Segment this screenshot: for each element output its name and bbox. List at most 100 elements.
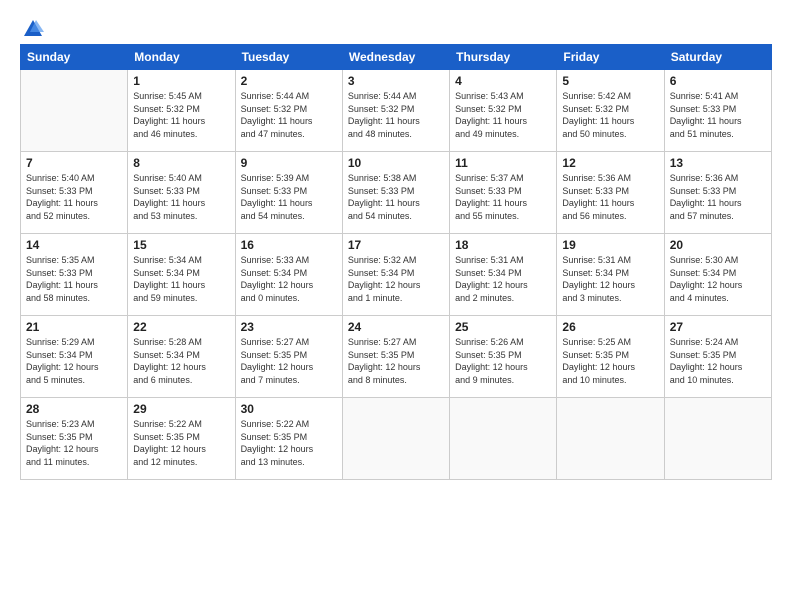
day-number: 18 xyxy=(455,238,551,252)
calendar-table: SundayMondayTuesdayWednesdayThursdayFrid… xyxy=(20,44,772,480)
day-info: Sunrise: 5:31 AMSunset: 5:34 PMDaylight:… xyxy=(562,254,658,304)
calendar-cell: 20 Sunrise: 5:30 AMSunset: 5:34 PMDayligh… xyxy=(664,234,771,316)
day-number: 17 xyxy=(348,238,444,252)
day-info: Sunrise: 5:27 AMSunset: 5:35 PMDaylight:… xyxy=(348,336,444,386)
day-info: Sunrise: 5:22 AMSunset: 5:35 PMDaylight:… xyxy=(241,418,337,468)
day-info: Sunrise: 5:30 AMSunset: 5:34 PMDaylight:… xyxy=(670,254,766,304)
weekday-header-wednesday: Wednesday xyxy=(342,45,449,70)
calendar-cell: 24 Sunrise: 5:27 AMSunset: 5:35 PMDayligh… xyxy=(342,316,449,398)
calendar-cell: 22 Sunrise: 5:28 AMSunset: 5:34 PMDayligh… xyxy=(128,316,235,398)
day-number: 20 xyxy=(670,238,766,252)
calendar-cell: 11 Sunrise: 5:37 AMSunset: 5:33 PMDayligh… xyxy=(450,152,557,234)
day-info: Sunrise: 5:23 AMSunset: 5:35 PMDaylight:… xyxy=(26,418,122,468)
day-number: 22 xyxy=(133,320,229,334)
calendar-week-4: 21 Sunrise: 5:29 AMSunset: 5:34 PMDayligh… xyxy=(21,316,772,398)
calendar-cell: 28 Sunrise: 5:23 AMSunset: 5:35 PMDayligh… xyxy=(21,398,128,480)
calendar-cell: 27 Sunrise: 5:24 AMSunset: 5:35 PMDayligh… xyxy=(664,316,771,398)
day-number: 7 xyxy=(26,156,122,170)
day-number: 28 xyxy=(26,402,122,416)
calendar-cell: 26 Sunrise: 5:25 AMSunset: 5:35 PMDayligh… xyxy=(557,316,664,398)
day-number: 26 xyxy=(562,320,658,334)
day-number: 11 xyxy=(455,156,551,170)
calendar-cell: 12Sunrise: 5:36 AMSunset: 5:33 PMDayligh… xyxy=(557,152,664,234)
calendar-week-3: 14 Sunrise: 5:35 AMSunset: 5:33 PMDayligh… xyxy=(21,234,772,316)
day-info: Sunrise: 5:25 AMSunset: 5:35 PMDaylight:… xyxy=(562,336,658,386)
day-number: 9 xyxy=(241,156,337,170)
day-info: Sunrise: 5:39 AMSunset: 5:33 PMDaylight:… xyxy=(241,172,337,222)
calendar-cell: 6 Sunrise: 5:41 AMSunset: 5:33 PMDaylight… xyxy=(664,70,771,152)
calendar-cell xyxy=(664,398,771,480)
day-info: Sunrise: 5:22 AMSunset: 5:35 PMDaylight:… xyxy=(133,418,229,468)
day-number: 10 xyxy=(348,156,444,170)
day-info: Sunrise: 5:27 AMSunset: 5:35 PMDaylight:… xyxy=(241,336,337,386)
calendar-cell: 23Sunrise: 5:27 AMSunset: 5:35 PMDayligh… xyxy=(235,316,342,398)
calendar-cell xyxy=(450,398,557,480)
day-number: 14 xyxy=(26,238,122,252)
day-info: Sunrise: 5:38 AMSunset: 5:33 PMDaylight:… xyxy=(348,172,444,222)
day-number: 24 xyxy=(348,320,444,334)
calendar-cell: 8Sunrise: 5:40 AMSunset: 5:33 PMDaylight… xyxy=(128,152,235,234)
day-number: 25 xyxy=(455,320,551,334)
day-number: 13 xyxy=(670,156,766,170)
weekday-header-thursday: Thursday xyxy=(450,45,557,70)
calendar-cell: 14 Sunrise: 5:35 AMSunset: 5:33 PMDayligh… xyxy=(21,234,128,316)
day-info: Sunrise: 5:40 AMSunset: 5:33 PMDaylight:… xyxy=(26,172,122,222)
header xyxy=(20,18,772,36)
day-info: Sunrise: 5:37 AMSunset: 5:33 PMDaylight:… xyxy=(455,172,551,222)
calendar-header-row: SundayMondayTuesdayWednesdayThursdayFrid… xyxy=(21,45,772,70)
calendar-cell: 5 Sunrise: 5:42 AMSunset: 5:32 PMDaylight… xyxy=(557,70,664,152)
calendar-week-2: 7 Sunrise: 5:40 AMSunset: 5:33 PMDaylight… xyxy=(21,152,772,234)
weekday-header-tuesday: Tuesday xyxy=(235,45,342,70)
calendar-cell: 15Sunrise: 5:34 AMSunset: 5:34 PMDayligh… xyxy=(128,234,235,316)
calendar-cell: 30 Sunrise: 5:22 AMSunset: 5:35 PMDayligh… xyxy=(235,398,342,480)
calendar-cell xyxy=(557,398,664,480)
day-number: 21 xyxy=(26,320,122,334)
calendar-cell: 7 Sunrise: 5:40 AMSunset: 5:33 PMDaylight… xyxy=(21,152,128,234)
day-info: Sunrise: 5:35 AMSunset: 5:33 PMDaylight:… xyxy=(26,254,122,304)
calendar-cell xyxy=(342,398,449,480)
day-info: Sunrise: 5:43 AMSunset: 5:32 PMDaylight:… xyxy=(455,90,551,140)
day-info: Sunrise: 5:42 AMSunset: 5:32 PMDaylight:… xyxy=(562,90,658,140)
day-info: Sunrise: 5:29 AMSunset: 5:34 PMDaylight:… xyxy=(26,336,122,386)
calendar-week-5: 28 Sunrise: 5:23 AMSunset: 5:35 PMDayligh… xyxy=(21,398,772,480)
calendar-cell: 9 Sunrise: 5:39 AMSunset: 5:33 PMDaylight… xyxy=(235,152,342,234)
day-info: Sunrise: 5:40 AMSunset: 5:33 PMDaylight:… xyxy=(133,172,229,222)
calendar-cell: 13 Sunrise: 5:36 AMSunset: 5:33 PMDayligh… xyxy=(664,152,771,234)
day-number: 16 xyxy=(241,238,337,252)
day-number: 27 xyxy=(670,320,766,334)
day-info: Sunrise: 5:36 AMSunset: 5:33 PMDaylight:… xyxy=(670,172,766,222)
day-info: Sunrise: 5:24 AMSunset: 5:35 PMDaylight:… xyxy=(670,336,766,386)
weekday-header-saturday: Saturday xyxy=(664,45,771,70)
day-number: 3 xyxy=(348,74,444,88)
calendar-cell: 17 Sunrise: 5:32 AMSunset: 5:34 PMDayligh… xyxy=(342,234,449,316)
day-info: Sunrise: 5:33 AMSunset: 5:34 PMDaylight:… xyxy=(241,254,337,304)
calendar-cell: 3 Sunrise: 5:44 AMSunset: 5:32 PMDaylight… xyxy=(342,70,449,152)
calendar-week-1: 1Sunrise: 5:45 AMSunset: 5:32 PMDaylight… xyxy=(21,70,772,152)
day-info: Sunrise: 5:44 AMSunset: 5:32 PMDaylight:… xyxy=(348,90,444,140)
day-info: Sunrise: 5:41 AMSunset: 5:33 PMDaylight:… xyxy=(670,90,766,140)
calendar-cell: 4 Sunrise: 5:43 AMSunset: 5:32 PMDaylight… xyxy=(450,70,557,152)
day-info: Sunrise: 5:32 AMSunset: 5:34 PMDaylight:… xyxy=(348,254,444,304)
day-info: Sunrise: 5:36 AMSunset: 5:33 PMDaylight:… xyxy=(562,172,658,222)
page: SundayMondayTuesdayWednesdayThursdayFrid… xyxy=(0,0,792,612)
calendar-cell: 16 Sunrise: 5:33 AMSunset: 5:34 PMDayligh… xyxy=(235,234,342,316)
logo-icon xyxy=(22,18,44,40)
day-info: Sunrise: 5:26 AMSunset: 5:35 PMDaylight:… xyxy=(455,336,551,386)
day-number: 19 xyxy=(562,238,658,252)
calendar-cell: 1Sunrise: 5:45 AMSunset: 5:32 PMDaylight… xyxy=(128,70,235,152)
day-number: 6 xyxy=(670,74,766,88)
day-number: 2 xyxy=(241,74,337,88)
day-number: 4 xyxy=(455,74,551,88)
calendar-cell: 19 Sunrise: 5:31 AMSunset: 5:34 PMDayligh… xyxy=(557,234,664,316)
day-info: Sunrise: 5:44 AMSunset: 5:32 PMDaylight:… xyxy=(241,90,337,140)
day-number: 5 xyxy=(562,74,658,88)
day-number: 30 xyxy=(241,402,337,416)
weekday-header-sunday: Sunday xyxy=(21,45,128,70)
day-info: Sunrise: 5:34 AMSunset: 5:34 PMDaylight:… xyxy=(133,254,229,304)
calendar-cell: 2 Sunrise: 5:44 AMSunset: 5:32 PMDaylight… xyxy=(235,70,342,152)
day-info: Sunrise: 5:28 AMSunset: 5:34 PMDaylight:… xyxy=(133,336,229,386)
day-number: 1 xyxy=(133,74,229,88)
day-number: 29 xyxy=(133,402,229,416)
calendar-cell: 29 Sunrise: 5:22 AMSunset: 5:35 PMDayligh… xyxy=(128,398,235,480)
calendar-cell: 25 Sunrise: 5:26 AMSunset: 5:35 PMDayligh… xyxy=(450,316,557,398)
